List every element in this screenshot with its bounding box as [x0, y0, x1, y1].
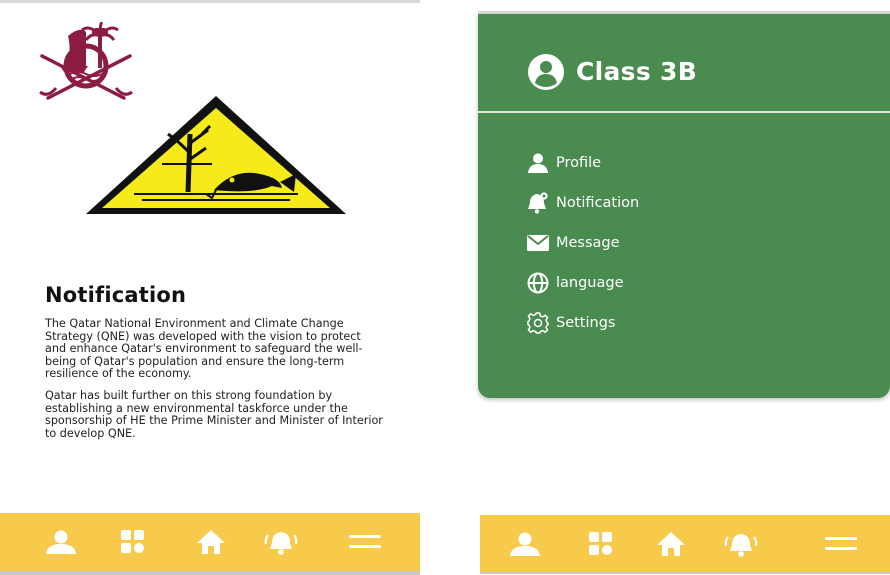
navigation-drawer: Class 3B Profile Notification Message la…: [478, 14, 890, 398]
bottom-nav-menu[interactable]: [340, 513, 390, 571]
bottom-nav-menu[interactable]: [816, 515, 866, 573]
bottom-nav-bar: [480, 515, 890, 573]
bottom-nav-notifications[interactable]: [716, 515, 766, 573]
person-icon: [510, 532, 540, 556]
home-icon: [657, 532, 685, 556]
top-divider: [0, 0, 420, 3]
menu-icon: [349, 535, 381, 548]
drawer-header: Class 3B: [478, 14, 890, 112]
menu-item-message[interactable]: Message: [526, 228, 826, 258]
bottom-nav-bar: [0, 513, 420, 571]
grid-icon: [589, 532, 612, 555]
grid-icon: [121, 530, 144, 553]
bottom-nav-dashboard[interactable]: [108, 513, 158, 571]
notification-paragraph: The Qatar National Environment and Clima…: [45, 317, 363, 381]
menu-item-settings[interactable]: Settings: [526, 308, 826, 338]
person-icon: [526, 151, 550, 175]
menu-label: Profile: [556, 155, 602, 171]
notification-body: The Qatar National Environment and Clima…: [45, 317, 385, 449]
bottom-nav-home[interactable]: [646, 515, 696, 573]
menu-item-notification[interactable]: Notification: [526, 188, 826, 218]
notification-paragraph: Qatar has built further on this strong f…: [45, 388, 383, 440]
bell-icon: [526, 191, 550, 215]
drawer-divider: [478, 111, 890, 113]
bottom-nav-profile[interactable]: [500, 515, 550, 573]
menu-icon: [825, 537, 857, 550]
bottom-nav-profile[interactable]: [36, 513, 86, 571]
class-title: Class 3B: [576, 57, 698, 86]
bottom-nav-dashboard[interactable]: [576, 515, 626, 573]
bell-icon: [724, 534, 758, 557]
notification-screen: Notification The Qatar National Environm…: [0, 0, 420, 574]
avatar-icon: [528, 54, 564, 90]
bottom-nav-notifications[interactable]: [256, 513, 306, 571]
menu-label: Notification: [556, 195, 640, 211]
person-icon: [46, 530, 76, 554]
bottom-nav-shadow: [0, 571, 420, 575]
menu-item-language[interactable]: language: [526, 268, 826, 298]
gear-icon: [526, 311, 550, 335]
globe-icon: [526, 271, 550, 295]
menu-label: language: [556, 275, 624, 291]
menu-label: Message: [556, 235, 620, 251]
menu-item-profile[interactable]: Profile: [526, 148, 826, 178]
notification-title: Notification: [45, 283, 187, 307]
bottom-nav-home[interactable]: [186, 513, 236, 571]
envelope-icon: [526, 231, 550, 255]
environmental-hazard-icon: [86, 96, 346, 214]
home-icon: [197, 530, 225, 554]
qatar-emblem-icon: [39, 22, 133, 100]
menu-label: Settings: [556, 315, 616, 331]
bell-icon: [264, 532, 298, 555]
